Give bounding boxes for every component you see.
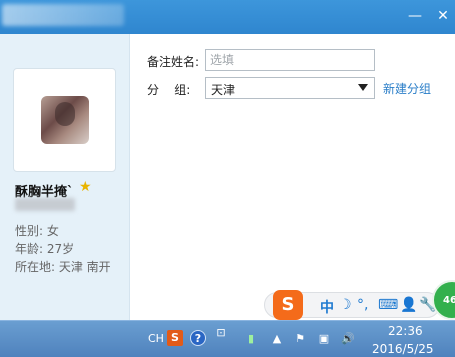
group-select[interactable]: 天津 [205,77,375,99]
account-number-blurred [15,198,75,211]
location-info: 所在地: 天津 南开 [15,260,111,274]
clock-time[interactable]: 22:36 [388,324,423,338]
punctuation-toggle[interactable]: °, [357,297,368,313]
ime-toolbar: S 中 ☽ °, ⌨ 👤 🔧 [264,290,440,320]
remark-label: 备注姓名: [147,55,200,69]
keyboard-icon[interactable]: ⌨ [378,297,398,313]
group-selected-value: 天津 [211,83,236,97]
group-label: 分 组: [147,83,191,97]
moon-icon[interactable]: ☽ [339,297,352,313]
avatar[interactable] [41,96,89,144]
dropdown-arrow-icon [358,84,368,91]
sogou-tray-icon[interactable]: S [167,330,183,346]
age-info: 年龄: 27岁 [15,242,75,256]
user-icon[interactable]: 👤 [400,297,417,313]
network-icon[interactable]: ▣ [316,331,332,347]
minimize-button[interactable]: — [404,6,426,26]
show-hidden-icons-icon[interactable]: ▲ [269,331,285,347]
ime-mode-toggle[interactable]: 中 [320,297,334,317]
star-icon: ★ [79,179,92,195]
remark-name-input[interactable] [205,49,375,71]
title-bar: — ✕ [0,0,455,34]
new-group-link[interactable]: 新建分组 [383,80,431,97]
help-icon[interactable]: ? [190,330,206,346]
clock-date[interactable]: 2016/5/25 [372,342,434,356]
display-icon[interactable]: ⊡ [213,325,229,341]
badge-count: 46 [443,295,455,306]
usb-icon[interactable]: ▮ [243,331,259,347]
window-title-blurred [2,4,124,26]
sogou-logo-icon[interactable]: S [273,290,303,320]
gender-info: 性别: 女 [15,224,59,238]
flag-icon[interactable]: ⚑ [292,331,308,347]
language-indicator[interactable]: CH [148,332,164,345]
close-button[interactable]: ✕ [432,6,454,26]
avatar-card [13,68,116,172]
volume-icon[interactable]: 🔊 [340,331,356,347]
profile-pane: 酥胸半掩` ★ 性别: 女 年龄: 27岁 所在地: 天津 南开 [0,34,130,320]
